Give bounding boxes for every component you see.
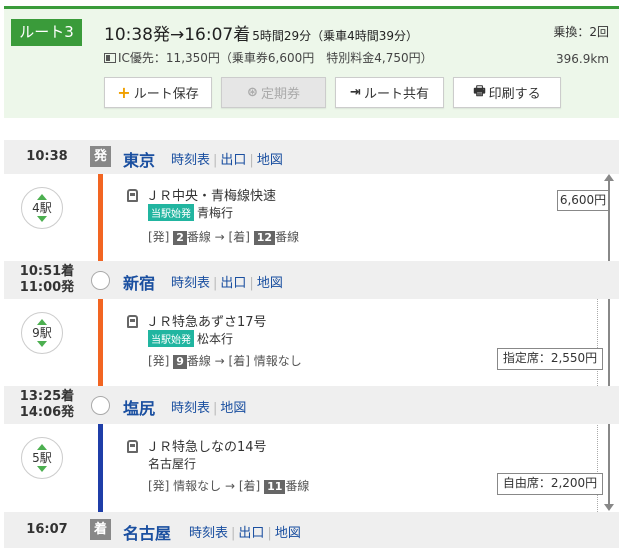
print-button[interactable]: 🖶 印刷する	[453, 77, 561, 108]
stop-count[interactable]: 9駅	[21, 312, 63, 354]
track-info: [発] 9 番線 → [着] 情報なし	[148, 354, 302, 369]
station-circle	[91, 271, 110, 290]
timetable-link[interactable]: 時刻表	[171, 401, 210, 416]
timetable-link[interactable]: 時刻表	[171, 276, 210, 291]
station-circle	[91, 396, 110, 415]
station-links: 時刻表 | 出口 | 地図	[171, 276, 283, 291]
station-links: 時刻表 | 地図	[171, 401, 247, 416]
stop-count[interactable]: 5駅	[21, 437, 63, 479]
chevron-down-icon	[37, 216, 47, 222]
station-name[interactable]: 新宿	[123, 270, 155, 294]
transfer-count: 乗換：2回	[553, 25, 609, 39]
plus-icon: +	[117, 83, 131, 102]
timetable-link[interactable]: 時刻表	[189, 526, 228, 541]
map-link[interactable]: 地図	[275, 526, 301, 541]
departure-mark: 発	[90, 146, 111, 167]
train-name: ＪＲ特急しなの14号	[127, 436, 267, 455]
departure-arrival: 10:38発→16:07着	[104, 25, 251, 45]
reserved-seat-fare: 指定席：2,550円	[497, 348, 603, 370]
map-link[interactable]: 地図	[257, 153, 283, 168]
share-route-button[interactable]: ⇥ ルート共有	[335, 77, 444, 108]
station-links: 時刻表 | 出口 | 地図	[189, 526, 301, 541]
non-reserved-seat-fare: 自由席：2,200円	[497, 473, 603, 495]
train-name: ＪＲ特急あずさ17号	[127, 311, 267, 330]
train-icon	[127, 315, 138, 328]
arrow-up-icon	[604, 174, 614, 181]
station-name[interactable]: 名古屋	[123, 520, 171, 544]
arrival-mark: 着	[90, 519, 111, 540]
arrow-down-icon	[604, 504, 614, 511]
station-row-shinjuku: 10:51着 11:00発 新宿 時刻表 | 出口 | 地図	[4, 261, 619, 299]
station-time: 10:38	[26, 149, 68, 164]
route-badge: ルート3	[11, 19, 82, 46]
route-summary-header: ルート3 10:38発→16:07着 5時間29分（乗車4時間39分） 乗換：2回…	[4, 6, 619, 118]
destination: 当駅始発 松本行	[148, 330, 233, 347]
map-link[interactable]: 地図	[257, 276, 283, 291]
destination: 当駅始発 青梅行	[148, 204, 233, 221]
exit-link[interactable]: 出口	[220, 153, 246, 168]
origin-badge: 当駅始発	[148, 330, 194, 347]
chevron-down-icon	[37, 466, 47, 472]
origin-badge: 当駅始発	[148, 204, 194, 221]
dotted-divider	[597, 298, 598, 390]
station-row-tokyo: 10:38 発 東京 時刻表 | 出口 | 地図	[4, 140, 619, 174]
track-info: [発] 2 番線 → [着] 12 番線	[148, 230, 300, 245]
chevron-down-icon	[37, 341, 47, 347]
map-link[interactable]: 地図	[220, 401, 246, 416]
share-icon: ⇥	[350, 85, 361, 100]
exit-link[interactable]: 出口	[220, 276, 246, 291]
train-name: ＪＲ中央・青梅線快速	[127, 185, 276, 204]
exit-link[interactable]: 出口	[238, 526, 264, 541]
train-icon	[127, 189, 138, 202]
station-name[interactable]: 塩尻	[123, 395, 155, 419]
save-route-button[interactable]: + ルート保存	[104, 77, 212, 108]
station-name[interactable]: 東京	[123, 147, 155, 171]
printer-icon: 🖶	[473, 83, 486, 99]
station-time: 13:25着 14:06発	[19, 389, 75, 420]
station-time: 10:51着 11:00発	[19, 264, 75, 295]
ic-card-icon	[104, 52, 116, 63]
fare-text: IC優先：11,350円（乗車券6,600円 特別料金4,750円）	[118, 51, 433, 65]
station-links: 時刻表 | 出口 | 地図	[171, 153, 283, 168]
train-icon	[127, 440, 138, 453]
commuter-pass-button[interactable]: ⊛ 定期券	[221, 77, 326, 108]
destination: 名古屋行	[148, 457, 197, 471]
distance: 396.9km	[556, 52, 609, 66]
duration: 5時間29分（乗車4時間39分）	[252, 29, 419, 43]
station-time: 16:07	[26, 522, 68, 537]
track-info: [発] 情報なし → [着] 11 番線	[148, 479, 310, 494]
station-row-shiojiri: 13:25着 14:06発 塩尻 時刻表 | 地図	[4, 386, 619, 424]
station-row-nagoya: 16:07 着 名古屋 時刻表 | 出口 | 地図	[4, 512, 619, 548]
stop-count[interactable]: 4駅	[21, 187, 63, 229]
timetable-link[interactable]: 時刻表	[171, 153, 210, 168]
commuter-pass-icon: ⊛	[247, 85, 258, 100]
base-fare-box: 6,600円	[557, 190, 609, 211]
route-time: 10:38発→16:07着 5時間29分（乗車4時間39分）	[104, 20, 418, 45]
dotted-divider	[597, 423, 598, 516]
fare-summary: IC優先：11,350円（乗車券6,600円 特別料金4,750円）	[104, 49, 433, 66]
fare-range-line	[608, 178, 610, 508]
route-actions: + ルート保存 ⊛ 定期券 ⇥ ルート共有 🖶 印刷する	[104, 77, 570, 108]
